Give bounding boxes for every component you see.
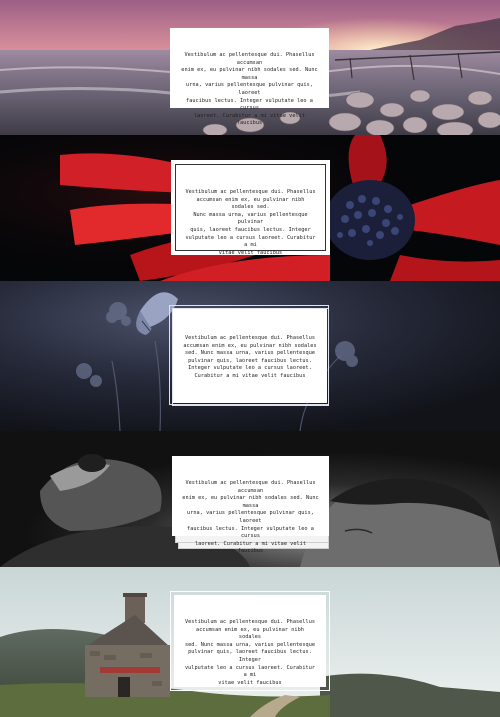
card-line: Vestibulum ac pellentesque dui. Phasellu… [185,480,316,494]
card-line: Vestibulum ac pellentesque dui. Phasellu… [184,52,315,66]
card-line: enim ex, eu pulvinar nibh sodales sed. N… [182,495,319,509]
card-line: sed. Nunc massa urna, varius pellentesqu… [184,641,316,648]
text-card: Vestibulum ac pellentesque dui. Phasellu… [171,160,330,256]
card-line: accumsan enim ex, eu pulvinar nibh sodal… [183,342,317,349]
card-line: Vestibulum ac pellentesque dui. Phasellu… [184,619,316,625]
card-line: vitae velit faucibus [218,679,282,686]
card-line: enim ex, eu pulvinar nibh sodales sed. N… [181,67,318,81]
card-line: vulputate leo a cursus laoreet. Curabitu… [184,664,316,679]
card-line: Integer vulputate leo a cursus laoreet. [188,365,312,372]
card-line: faucibus lectus. Integer vulputate leo a… [187,525,314,540]
card-line: urna, varius pellentesque pulvinar quis,… [187,510,314,524]
card-line: laoreet. Curabitur a mi vitae velit fauc… [194,540,307,555]
card-line: faucibus lectus. Integer vulputate leo a… [186,97,313,112]
band-beach: Vestibulum ac pellentesque dui. Phasellu… [0,0,500,135]
card-line: vulputate leo a cursus laoreet. Curabitu… [185,234,316,249]
card-line: laoreet. Curabitur a mi vitae velit fauc… [193,112,306,127]
card-line: urna, varius pellentesque pulvinar quis,… [186,82,313,96]
card-line: sed. Nunc massa urna, varius pellentesqu… [184,350,316,357]
card-line: vitae velit faucibus [218,249,283,256]
band-butterfly: Vestibulum ac pellentesque dui. Phasellu… [0,281,500,431]
card-line: Curabitur a mi vitae velit faucibus [194,372,306,379]
card-line: quis, laoreet faucibus lectus. Integer [190,226,311,233]
text-card: Vestibulum ac pellentesque dui. Phasellu… [173,309,327,403]
card-line: pulvinar quis, laoreet faucibus lectus. … [188,649,312,663]
card-line: accumsan enim ex, eu pulvinar nibh sodal… [196,626,304,641]
card-inner-frame: Vestibulum ac pellentesque dui. Phasellu… [175,164,326,256]
band-cottage: Vestibulum ac pellentesque dui. Phasellu… [0,567,500,717]
text-card: Vestibulum ac pellentesque dui. Phasellu… [174,595,326,687]
card-line: pulvinar quis, laoreet faucibus lectus. [188,357,312,364]
card-line: Nunc massa urna, varius pellentesque pul… [193,211,308,226]
band-dog-child: Vestibulum ac pellentesque dui. Phasellu… [0,431,500,567]
text-card: Vestibulum ac pellentesque dui. Phasellu… [172,456,329,554]
band-flower: Vestibulum ac pellentesque dui. Phasellu… [0,135,500,281]
card-line: accumsan enim ex, eu pulvinar nibh sodal… [196,196,305,211]
card-line: Vestibulum ac pellentesque dui. Phasellu… [184,335,316,341]
card-line: Vestibulum ac pellentesque dui. Phasellu… [185,189,316,195]
text-card: Vestibulum ac pellentesque dui. Phasellu… [170,28,329,126]
